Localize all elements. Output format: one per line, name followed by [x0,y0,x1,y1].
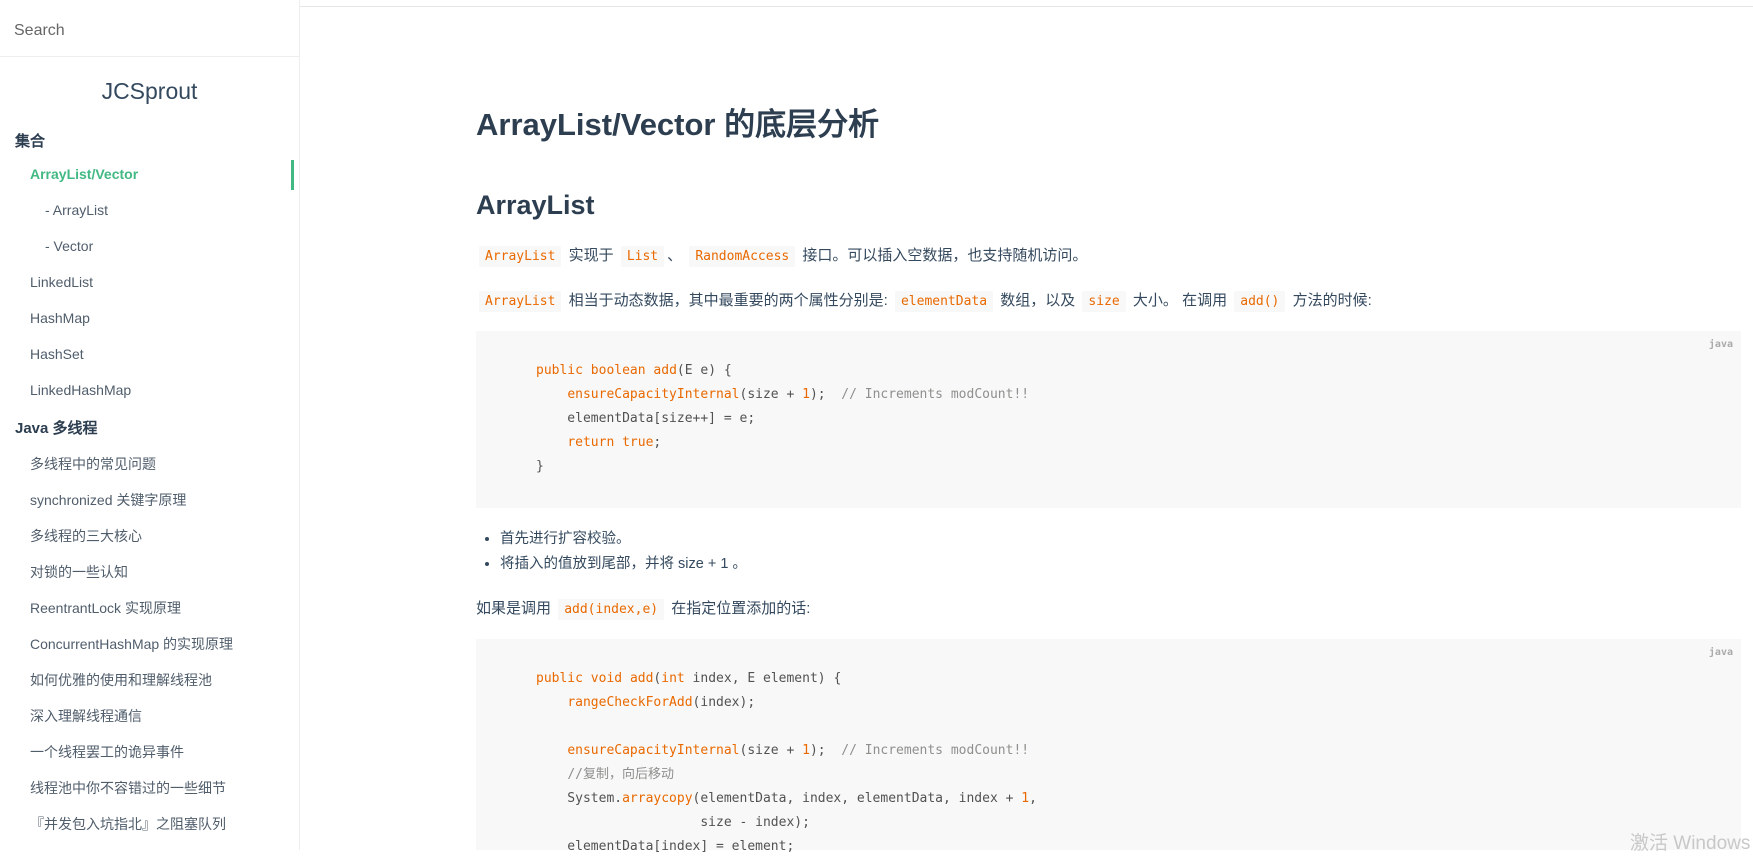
paragraph-1: ArrayList 实现于 List、 RandomAccess 接口。可以插入… [476,244,1087,267]
inline-code: RandomAccess [689,246,796,267]
code-line: System.arraycopy(elementData, index, ele… [536,791,1037,806]
sidebar-item[interactable]: ConcurrentHashMap 的实现原理 [30,634,233,654]
sidebar-item[interactable]: 深入理解线程通信 [30,706,142,726]
inline-code: add(index,e) [558,599,665,620]
inline-code: size [1082,291,1126,312]
sidebar-item-arraylist-vector[interactable]: ArrayList/Vector [30,166,138,182]
paragraph-3: 如果是调用 add(index,e) 在指定位置添加的话: [476,597,810,620]
code-block-1: java public boolean add(E e) { ensureCap… [476,331,1741,508]
sidebar-item-hashmap[interactable]: HashMap [30,310,90,326]
search-input[interactable] [14,14,284,48]
code-line: return true; [567,435,662,450]
inline-code: ArrayList [479,291,562,312]
sidebar-item-arraylist[interactable]: - ArrayList [45,202,108,218]
code-content: public void add(int index, E element) { … [536,667,1037,859]
code-language-label: java [1708,647,1733,658]
list-item: 首先进行扩容校验。 [500,527,747,552]
code-line: size - index); [536,815,810,830]
code-content: public boolean add(E e) { ensureCapacity… [536,359,1029,479]
page-title: ArrayList/Vector 的底层分析 [476,107,880,142]
windows-activation-watermark: 激活 Windows [1630,833,1751,854]
code-line: public boolean add(E e) { [536,363,732,378]
sidebar-item[interactable]: synchronized 关键字原理 [30,490,186,510]
code-line: ensureCapacityInternal(size + 1); // Inc… [567,743,1030,758]
section-title: ArrayList [476,190,595,220]
inline-code: elementData [894,291,994,312]
nav-section-java-threads: Java 多线程 [15,420,98,437]
code-line: //复制，向后移动 [567,767,674,782]
sidebar-item[interactable]: 如何优雅的使用和理解线程池 [30,670,212,690]
list-item: 将插入的值放到尾部，并将 size + 1 。 [500,552,747,577]
top-divider [299,6,1753,7]
search-box [0,0,299,57]
sidebar-item-linkedhashmap[interactable]: LinkedHashMap [30,382,131,398]
sidebar-item[interactable]: ReentrantLock 实现原理 [30,598,181,618]
sidebar-item[interactable]: 多线程中的常见问题 [30,454,156,474]
sidebar-item[interactable]: 多线程的三大核心 [30,526,142,546]
sidebar-item[interactable]: 对锁的一些认知 [30,562,128,582]
app-name[interactable]: JCSprout [0,78,299,105]
code-line: elementData[index] = element; [536,839,795,854]
code-line: elementData[size++] = e; [536,411,756,426]
inline-code: ArrayList [479,246,562,267]
code-line: ensureCapacityInternal(size + 1); // Inc… [567,387,1030,402]
sidebar-item[interactable]: 一个线程罢工的诡异事件 [30,742,184,762]
code-line: } [536,459,544,474]
code-line: public void add(int index, E element) { [536,671,842,686]
sidebar-item-vector[interactable]: - Vector [45,238,93,254]
sidebar-item-hashset[interactable]: HashSet [30,346,84,362]
inline-code: List [620,246,665,267]
inline-code: add() [1234,291,1286,312]
sidebar-item[interactable]: 线程池中你不容错过的一些细节 [30,778,226,798]
sidebar-item[interactable]: 『并发包入坑指北』之阻塞队列 [30,814,226,834]
paragraph-2: ArrayList 相当于动态数据，其中最重要的两个属性分别是: element… [476,289,1372,312]
sidebar: JCSprout 集合 ArrayList/Vector - ArrayList… [0,0,300,850]
code-language-label: java [1708,339,1733,350]
code-block-2: java public void add(int index, E elemen… [476,639,1741,854]
nav-section-collections: 集合 [15,133,46,150]
sidebar-item-linkedlist[interactable]: LinkedList [30,274,93,290]
active-indicator [291,160,294,190]
bullet-list: 首先进行扩容校验。 将插入的值放到尾部，并将 size + 1 。 [476,527,747,577]
code-line: rangeCheckForAdd(index); [567,695,756,710]
